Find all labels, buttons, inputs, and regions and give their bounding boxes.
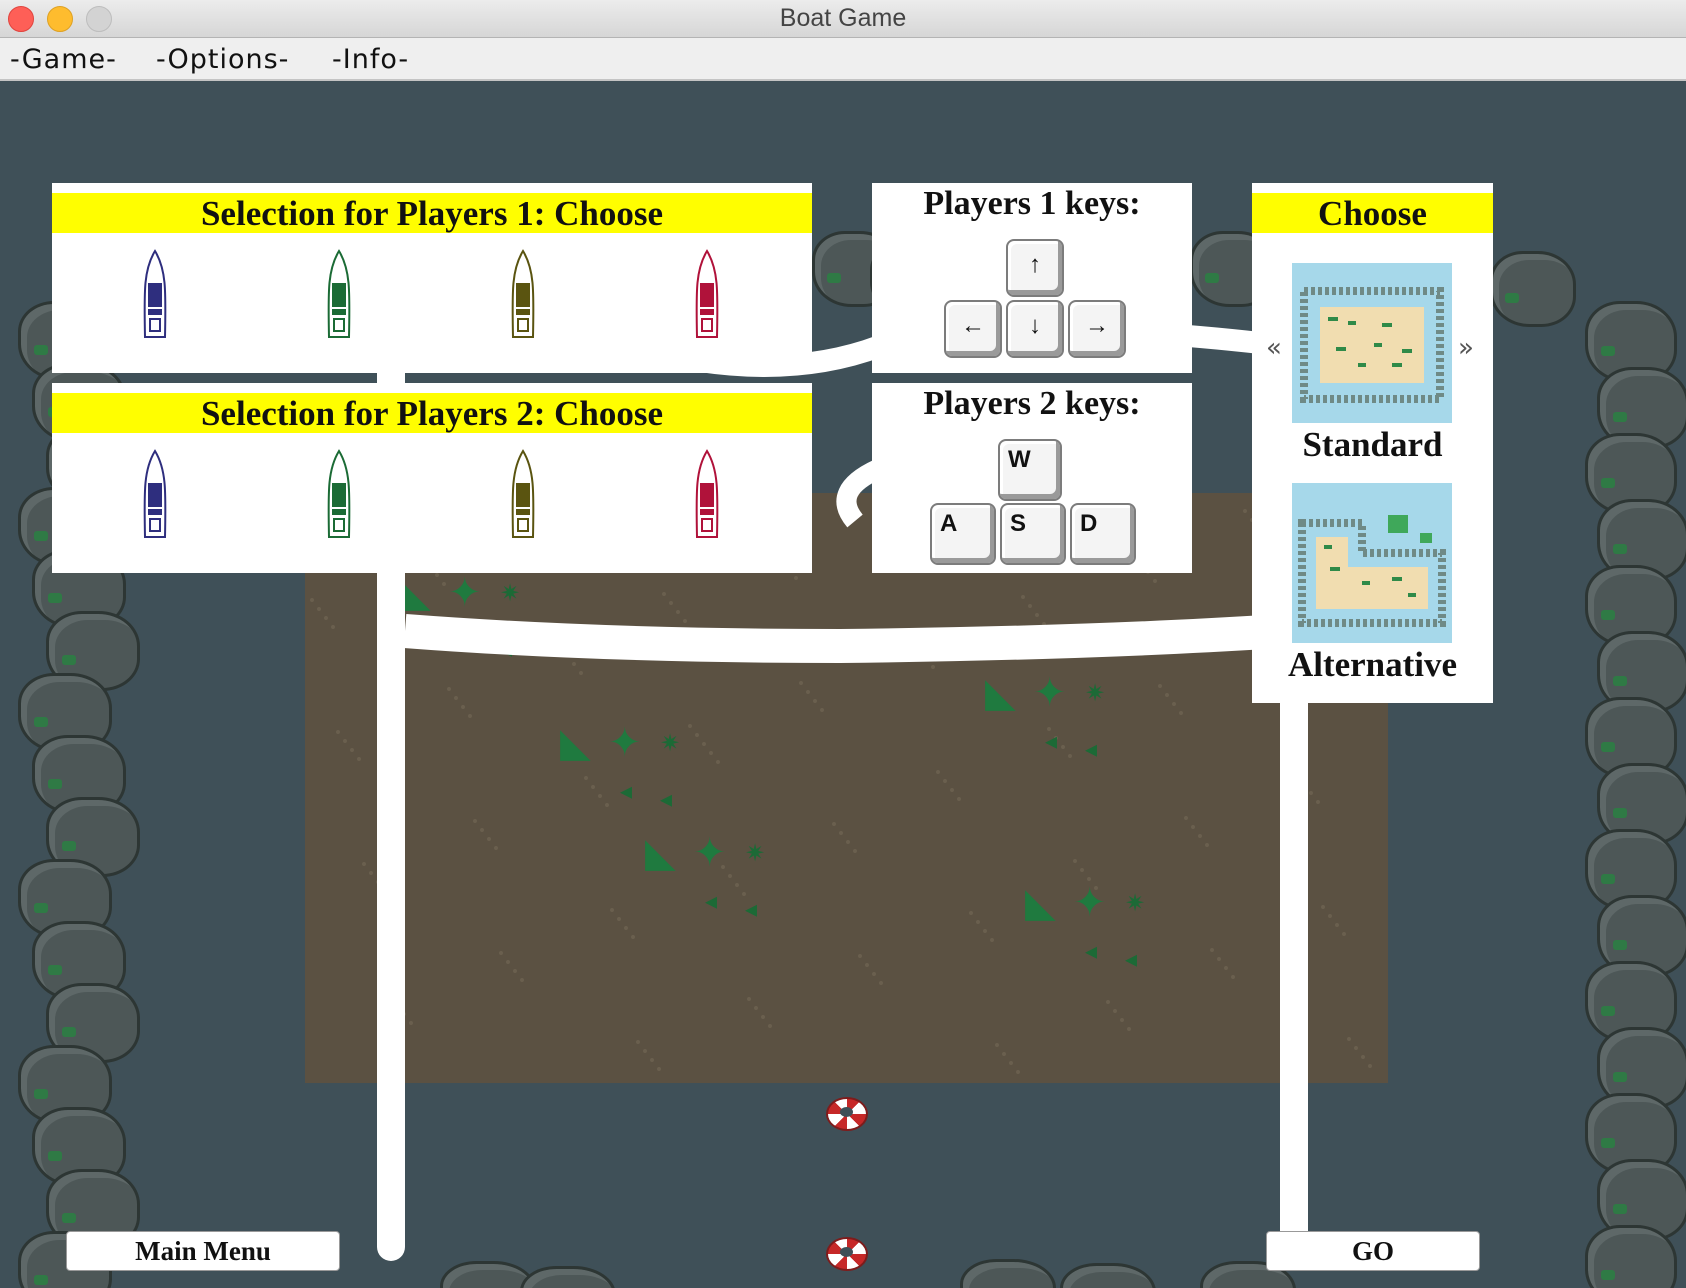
player2-keys-title: Players 2 keys:: [923, 385, 1141, 422]
window-titlebar: Boat Game: [0, 0, 1686, 38]
w-key-icon[interactable]: W: [998, 439, 1062, 501]
map-selection-panel: Choose « » Standard Alternative: [1252, 183, 1493, 703]
next-map-icon[interactable]: »: [1458, 333, 1474, 363]
olive-boat-icon[interactable]: [510, 449, 536, 541]
down-arrow-key-label: ↓: [1029, 312, 1041, 339]
blue-boat-icon[interactable]: [142, 449, 168, 541]
d-key-icon[interactable]: D: [1070, 503, 1136, 565]
player1-selection-title: Selection for Players 1: Choose: [52, 193, 812, 233]
a-key-label: A: [940, 510, 958, 537]
main-menu-button[interactable]: Main Menu: [66, 1231, 340, 1271]
menu-options[interactable]: -Options-: [156, 38, 289, 81]
alternative-map-thumbnail[interactable]: [1292, 483, 1452, 643]
player2-selection-title: Selection for Players 2: Choose: [52, 393, 812, 433]
player2-keys-panel: Players 2 keys: W A S D: [872, 383, 1192, 573]
go-button[interactable]: GO: [1266, 1231, 1480, 1271]
life-buoy-icon: [826, 1097, 868, 1131]
player1-keys-panel: Players 1 keys: ↑ ← ↓ →: [872, 183, 1192, 373]
player1-selection-panel: Selection for Players 1: Choose: [52, 183, 812, 373]
game-canvas: ◣✦✷◂◂◣✦✷◂◂◣✦✷◂◂◣✦✷◂◂◣✦✷◂◂◣✦✷◂◂ Selection…: [0, 81, 1686, 1288]
red-boat-icon[interactable]: [694, 449, 720, 541]
right-arrow-key-label: →: [1085, 312, 1109, 339]
player1-keys-title: Players 1 keys:: [923, 185, 1141, 222]
a-key-icon[interactable]: A: [930, 503, 996, 565]
standard-map-preview-icon: [1292, 263, 1452, 423]
left-arrow-key-label: ←: [961, 312, 985, 339]
d-key-label: D: [1080, 510, 1098, 537]
olive-boat-icon[interactable]: [510, 249, 536, 341]
red-boat-icon[interactable]: [694, 249, 720, 341]
s-key-icon[interactable]: S: [1000, 503, 1066, 565]
menu-info[interactable]: -Info-: [332, 38, 409, 81]
alternative-map-preview-icon: [1292, 483, 1452, 643]
player2-selection-panel: Selection for Players 2: Choose: [52, 383, 812, 573]
down-arrow-key-icon[interactable]: ↓: [1006, 300, 1064, 358]
alternative-map-label[interactable]: Alternative: [1252, 645, 1493, 685]
map-selection-title: Choose: [1252, 193, 1493, 233]
s-key-label: S: [1010, 510, 1027, 537]
life-buoy-icon: [826, 1237, 868, 1271]
menu-bar: -Game- -Options- -Info-: [0, 38, 1686, 81]
right-arrow-key-icon[interactable]: →: [1068, 300, 1126, 358]
up-arrow-key-icon[interactable]: ↑: [1006, 239, 1064, 297]
left-arrow-key-icon[interactable]: ←: [944, 300, 1002, 358]
standard-map-label[interactable]: Standard: [1252, 425, 1493, 465]
up-arrow-key-label: ↑: [1029, 251, 1041, 278]
menu-game[interactable]: -Game-: [10, 38, 117, 81]
standard-map-thumbnail[interactable]: [1292, 263, 1452, 423]
w-key-label: W: [1008, 446, 1031, 473]
previous-map-icon[interactable]: «: [1266, 333, 1282, 363]
blue-boat-icon[interactable]: [142, 249, 168, 341]
green-boat-icon[interactable]: [326, 449, 352, 541]
window-title: Boat Game: [779, 4, 907, 32]
green-boat-icon[interactable]: [326, 249, 352, 341]
